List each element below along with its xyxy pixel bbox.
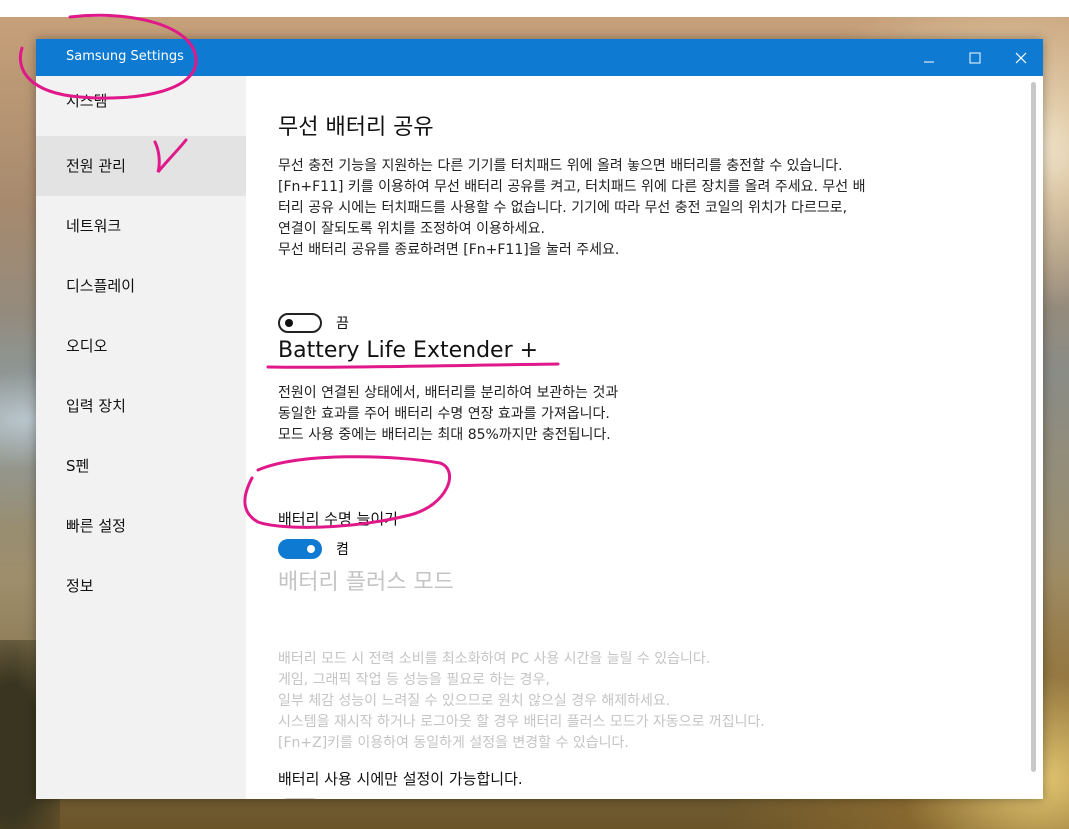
description-line: 전원이 연결된 상태에서, 배터리를 분리하여 보관하는 것과 <box>278 385 619 401</box>
sidebar-item-label: 네트워크 <box>66 217 122 235</box>
sidebar-item-display[interactable]: 디스플레이 <box>36 256 246 316</box>
settings-content: 무선 배터리 공유 무선 충전 기능을 지원하는 다른 기기를 터치패드 위에 … <box>246 76 1026 799</box>
description-line: 일부 체감 성능이 느려질 수 있으므로 원치 않으실 경우 해제하세요. <box>278 693 671 709</box>
sidebar-item-s-pen[interactable]: S펜 <box>36 436 246 496</box>
toggle-knob <box>307 545 315 553</box>
description-line: 터리 공유 시에는 터치패드를 사용할 수 없습니다. 기기에 따라 무선 충전… <box>278 200 848 216</box>
minimize-icon <box>924 61 934 62</box>
sidebar-item-audio[interactable]: 오디오 <box>36 316 246 376</box>
battery-extender-description: 전원이 연결된 상태에서, 배터리를 분리하여 보관하는 것과 동일한 효과를 … <box>278 383 618 446</box>
battery-plus-title: 배터리 플러스 모드 <box>278 570 454 595</box>
description-line: 무선 충전 기능을 지원하는 다른 기기를 터치패드 위에 올려 놓으면 배터리… <box>278 158 843 174</box>
sidebar-item-info[interactable]: 정보 <box>36 556 246 616</box>
settings-window: Samsung Settings 시스템 전원 관리 네트워크 디스플레이 오디… <box>36 39 1043 799</box>
sidebar-item-power[interactable]: 전원 관리 <box>36 136 246 196</box>
battery-plus-toggle-label: 끔 <box>336 798 349 799</box>
description-line: 무선 배터리 공유를 종료하려면 [Fn+F11]을 눌러 주세요. <box>278 242 620 258</box>
maximize-icon <box>969 52 981 63</box>
sidebar-item-system[interactable]: 시스템 <box>36 71 246 131</box>
wireless-share-description: 무선 충전 기능을 지원하는 다른 기기를 터치패드 위에 올려 놓으면 배터리… <box>278 156 865 261</box>
sidebar-item-label: 디스플레이 <box>66 277 136 295</box>
sidebar-nav: 시스템 전원 관리 네트워크 디스플레이 오디오 입력 장치 S펜 빠른 설정 … <box>36 76 246 799</box>
toggle-knob <box>285 319 293 327</box>
description-line: [Fn+Z]키를 이용하여 동일하게 설정을 변경할 수 있습니다. <box>278 735 629 751</box>
scrollbar-thumb[interactable] <box>1031 82 1036 772</box>
window-title: Samsung Settings <box>66 49 184 64</box>
sidebar-item-label: S펜 <box>66 457 90 475</box>
content-scrollbar[interactable] <box>1030 76 1038 776</box>
wireless-share-title: 무선 배터리 공유 <box>278 115 434 140</box>
battery-extender-toggle[interactable] <box>278 539 322 559</box>
description-line: 배터리 모드 시 전력 소비를 최소화하여 PC 사용 시간을 늘릴 수 있습니… <box>278 651 711 667</box>
battery-plus-toggle[interactable] <box>278 798 322 799</box>
battery-plus-description: 배터리 모드 시 전력 소비를 최소화하여 PC 사용 시간을 늘릴 수 있습니… <box>278 649 765 754</box>
wireless-share-toggle[interactable] <box>278 313 322 333</box>
sidebar-item-label: 전원 관리 <box>66 157 126 175</box>
sidebar-item-quick-settings[interactable]: 빠른 설정 <box>36 496 246 556</box>
battery-extender-title: Battery Life Extender + <box>278 338 539 363</box>
description-line: 시스템을 재시작 하거나 로그아웃 할 경우 배터리 플러스 모드가 자동으로 … <box>278 714 765 730</box>
close-icon <box>1015 52 1027 63</box>
battery-plus-note: 배터리 사용 시에만 설정이 가능합니다. <box>278 770 523 788</box>
description-line: 동일한 효과를 주어 배터리 수명 연장 효과를 가져옵니다. <box>278 406 610 422</box>
sidebar-item-label: 정보 <box>66 577 94 595</box>
description-line: 게임, 그래픽 작업 등 성능을 필요로 하는 경우, <box>278 672 550 688</box>
battery-extender-setting-label: 배터리 수명 늘이기 <box>278 510 398 528</box>
close-button[interactable] <box>998 39 1043 76</box>
sidebar-item-label: 빠른 설정 <box>66 517 126 535</box>
maximize-button[interactable] <box>952 39 998 76</box>
sidebar-item-label: 오디오 <box>66 337 108 355</box>
battery-extender-toggle-label: 켬 <box>336 542 349 558</box>
description-line: [Fn+F11] 키를 이용하여 무선 배터리 공유를 켜고, 터치패드 위에 … <box>278 179 866 195</box>
sidebar-item-label: 시스템 <box>66 92 108 110</box>
sidebar-item-network[interactable]: 네트워크 <box>36 196 246 256</box>
description-line: 연결이 잘되도록 위치를 조정하여 이용하세요. <box>278 221 545 237</box>
description-line: 모드 사용 중에는 배터리는 최대 85%까지만 충전됩니다. <box>278 427 611 443</box>
sidebar-item-input-device[interactable]: 입력 장치 <box>36 376 246 436</box>
wireless-share-toggle-label: 끔 <box>336 316 349 332</box>
minimize-button[interactable] <box>906 39 952 76</box>
sidebar-item-label: 입력 장치 <box>66 397 126 415</box>
desktop-top-strip <box>0 0 1069 17</box>
